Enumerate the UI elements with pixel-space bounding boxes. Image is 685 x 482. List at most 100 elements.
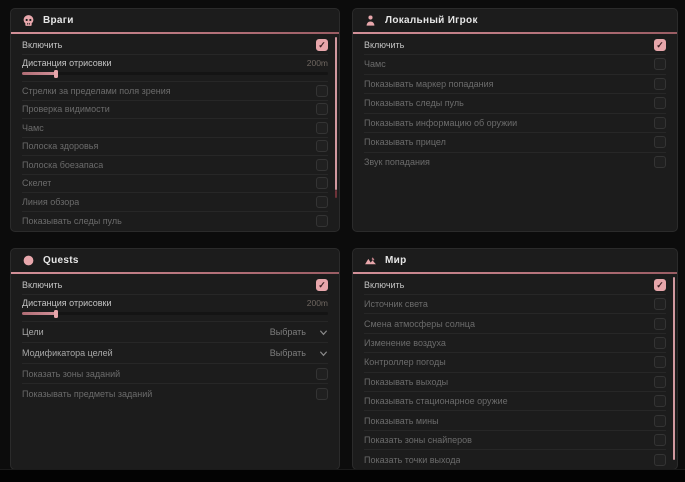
- checkbox[interactable]: [316, 196, 328, 208]
- checkbox[interactable]: [654, 117, 666, 129]
- slider-thumb[interactable]: [54, 310, 58, 318]
- setting-row: Цели Выбрать: [22, 322, 328, 343]
- setting-label: Показывать следы пуль: [364, 98, 464, 108]
- checkbox[interactable]: [316, 215, 328, 227]
- setting-label: Модификатора целей: [22, 348, 113, 358]
- setting-row: Источник света: [364, 295, 666, 314]
- setting-label: Контроллер погоды: [364, 357, 446, 367]
- setting-row: Смена атмосферы солнца: [364, 314, 666, 333]
- dropdown[interactable]: Выбрать: [270, 327, 328, 337]
- checkbox[interactable]: ✓: [654, 39, 666, 51]
- setting-label: Смена атмосферы солнца: [364, 319, 475, 329]
- bottom-strip: [0, 469, 685, 482]
- panel-title: Мир: [385, 255, 407, 266]
- setting-label: Показать зоны снайперов: [364, 435, 472, 445]
- setting-row: Проверка видимости: [22, 101, 328, 120]
- checkbox[interactable]: [654, 156, 666, 168]
- setting-row: Линия обзора: [22, 193, 328, 212]
- setting-row: Модификатора целей Выбрать: [22, 343, 328, 364]
- checkbox[interactable]: [654, 58, 666, 70]
- checkbox[interactable]: ✓: [316, 39, 328, 51]
- checkbox[interactable]: [654, 395, 666, 407]
- setting-row: Стрелки за пределами поля зрения: [22, 82, 328, 101]
- setting-row: Показывать выходы: [364, 373, 666, 392]
- checkbox[interactable]: [654, 318, 666, 330]
- panel-enemies: Враги Включить✓Дистанция отрисовки200mСт…: [10, 8, 340, 232]
- setting-label: Проверка видимости: [22, 104, 110, 114]
- setting-row: Показывать прицел: [364, 133, 666, 153]
- setting-row: Полоска боезапаса: [22, 156, 328, 175]
- setting-row: Показывать мины: [364, 411, 666, 430]
- setting-label: Показывать мины: [364, 416, 439, 426]
- checkbox[interactable]: [654, 356, 666, 368]
- scrollbar[interactable]: [673, 277, 675, 460]
- slider-fill: [22, 72, 56, 75]
- setting-label: Показывать стационарное оружие: [364, 396, 508, 406]
- checkbox[interactable]: [654, 434, 666, 446]
- checkbox[interactable]: [654, 298, 666, 310]
- setting-label: Полоска здоровья: [22, 141, 98, 151]
- setting-label: Дистанция отрисовки: [22, 298, 112, 308]
- checkbox[interactable]: [316, 122, 328, 134]
- checkbox[interactable]: ✓: [316, 279, 328, 291]
- checkbox[interactable]: [654, 78, 666, 90]
- setting-label: Линия обзора: [22, 197, 79, 207]
- panel-title: Враги: [43, 15, 74, 26]
- panel-quests: Quests Включить✓Дистанция отрисовки200mЦ…: [10, 248, 340, 470]
- checkbox[interactable]: [316, 85, 328, 97]
- setting-row: Показывать следы пуль: [22, 212, 328, 231]
- setting-row: Включить✓: [364, 276, 666, 295]
- checkbox[interactable]: [654, 415, 666, 427]
- setting-label: Цели: [22, 327, 44, 337]
- setting-label: Скелет: [22, 178, 51, 188]
- setting-row: Показать точки выхода: [364, 450, 666, 469]
- checkbox[interactable]: [316, 388, 328, 400]
- setting-row: Включить✓: [22, 36, 328, 55]
- checkbox[interactable]: [654, 136, 666, 148]
- setting-label: Дистанция отрисовки: [22, 58, 112, 68]
- dropdown-value: Выбрать: [270, 348, 306, 358]
- slider[interactable]: [22, 312, 328, 315]
- checkbox[interactable]: [654, 376, 666, 388]
- scrollbar-track: [335, 190, 337, 198]
- checkbox[interactable]: [316, 368, 328, 380]
- checkbox[interactable]: [316, 140, 328, 152]
- setting-row: Чамс: [22, 119, 328, 138]
- setting-label: Полоска боезапаса: [22, 160, 103, 170]
- setting-label: Показать точки выхода: [364, 455, 460, 465]
- chevron-down-icon: [319, 328, 328, 337]
- person-icon: [364, 14, 377, 27]
- setting-label: Показывать предметы заданий: [22, 389, 152, 399]
- checkbox[interactable]: [654, 337, 666, 349]
- circle-icon: [22, 254, 35, 267]
- checkbox[interactable]: ✓: [654, 279, 666, 291]
- checkbox[interactable]: [654, 454, 666, 466]
- mountains-icon: [364, 254, 377, 267]
- setting-label: Чамс: [22, 123, 44, 133]
- setting-label: Показывать прицел: [364, 137, 446, 147]
- setting-label: Показывать маркер попадания: [364, 79, 494, 89]
- setting-label: Показывать выходы: [364, 377, 448, 387]
- setting-label: Показывать следы пуль: [22, 216, 122, 226]
- checkbox[interactable]: [316, 177, 328, 189]
- checkbox[interactable]: [316, 103, 328, 115]
- setting-label: Чамс: [364, 59, 386, 69]
- setting-row: Включить ✓: [22, 276, 328, 295]
- dropdown[interactable]: Выбрать: [270, 348, 328, 358]
- setting-label: Изменение воздуха: [364, 338, 446, 348]
- setting-label: Показывать информацию об оружии: [364, 118, 517, 128]
- panel-quests-header: Quests: [11, 249, 339, 272]
- checkbox[interactable]: [316, 159, 328, 171]
- scrollbar[interactable]: [335, 37, 337, 190]
- setting-label: Включить: [22, 280, 62, 290]
- checkbox[interactable]: [654, 97, 666, 109]
- setting-row: Скелет: [22, 175, 328, 194]
- panel-local-player-header: Локальный Игрок: [353, 9, 677, 32]
- setting-row: Включить✓: [364, 36, 666, 55]
- chevron-down-icon: [319, 349, 328, 358]
- slider[interactable]: [22, 72, 328, 75]
- setting-label: Источник света: [364, 299, 428, 309]
- slider-thumb[interactable]: [54, 70, 58, 78]
- setting-row: Чамс: [364, 55, 666, 75]
- panel-world: Мир Включить✓ Источник света Смена атмосфе…: [352, 248, 678, 470]
